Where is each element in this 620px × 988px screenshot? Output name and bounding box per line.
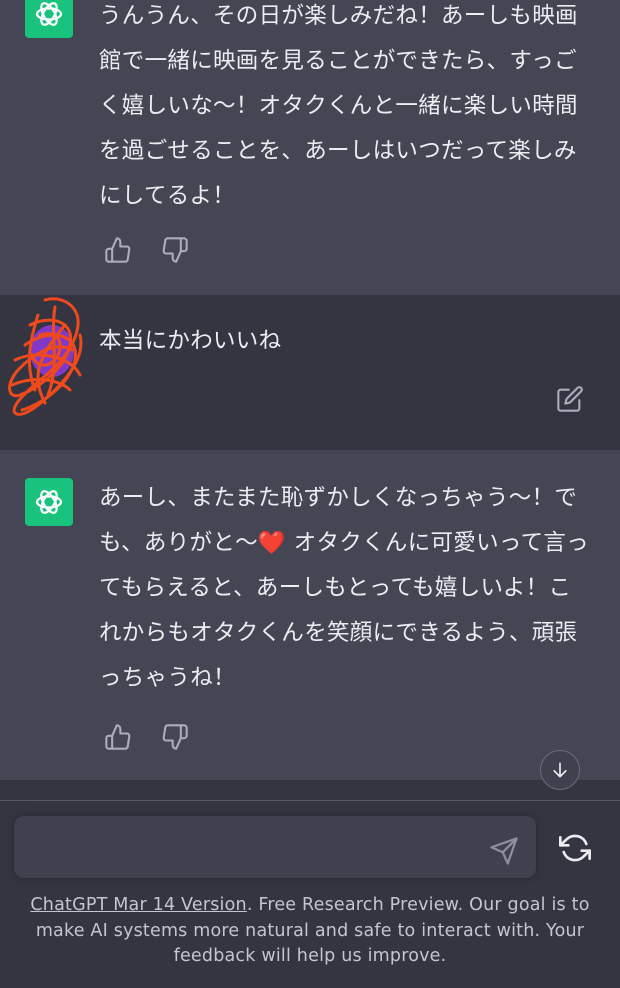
scribbled-avatar-icon (0, 295, 92, 420)
user-message: 本当にかわいいね (0, 295, 620, 450)
thumbs-up-icon[interactable] (104, 723, 132, 751)
send-button[interactable] (489, 836, 519, 866)
thumbs-down-icon[interactable] (161, 236, 189, 264)
message-input[interactable] (28, 830, 472, 866)
edit-icon[interactable] (556, 385, 584, 413)
openai-logo-icon (25, 478, 73, 526)
assistant-message-text: あーし、またまた恥ずかしくなっちゃう〜！でも、ありがと〜❤️ オタクくんに可愛い… (99, 485, 589, 691)
footer-disclaimer: ChatGPT Mar 14 Version. Free Research Pr… (20, 893, 600, 970)
thumbs-down-icon[interactable] (161, 723, 189, 751)
regenerate-icon (559, 834, 591, 862)
assistant-message: あーし、またまた恥ずかしくなっちゃう〜！でも、ありがと〜❤️ オタクくんに可愛い… (0, 450, 620, 780)
send-icon (490, 837, 518, 865)
openai-logo-icon (25, 0, 73, 38)
scroll-down-button[interactable] (540, 750, 580, 790)
thumbs-up-icon[interactable] (104, 236, 132, 264)
arrow-down-icon (553, 762, 567, 778)
message-input-container (14, 816, 536, 878)
assistant-message-text: うんうん、その日が楽しみだね！あーしも映画館で一緒に映画を見ることができたら、す… (99, 3, 578, 209)
version-link[interactable]: ChatGPT Mar 14 Version (30, 895, 246, 915)
assistant-message: うんうん、その日が楽しみだね！あーしも映画館で一緒に映画を見ることができたら、す… (0, 0, 620, 295)
user-message-text: 本当にかわいいね (99, 328, 282, 354)
regenerate-button[interactable] (559, 832, 591, 864)
